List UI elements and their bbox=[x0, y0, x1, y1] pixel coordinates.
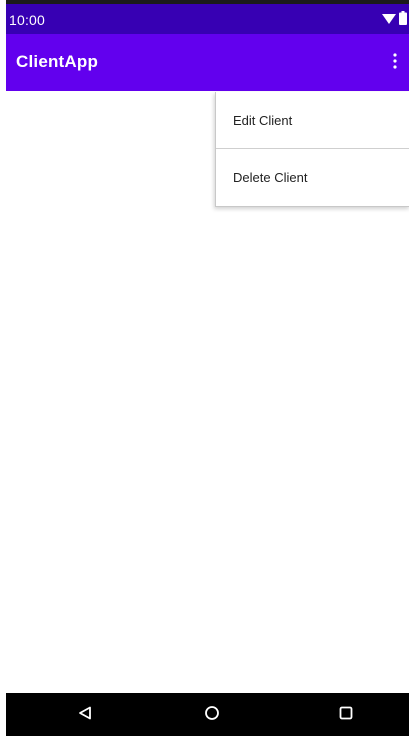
back-icon bbox=[78, 706, 92, 725]
more-vert-icon bbox=[393, 52, 397, 74]
status-icons bbox=[382, 11, 407, 30]
device-screen: 10:00 ClientApp Edit Client Delete Clien… bbox=[0, 0, 409, 736]
app-title: ClientApp bbox=[16, 52, 99, 71]
back-button[interactable] bbox=[73, 703, 97, 727]
screen-edge bbox=[0, 0, 6, 736]
status-time: 10:00 bbox=[9, 12, 46, 28]
wifi-icon bbox=[382, 12, 396, 30]
menu-item-label: Edit Client bbox=[233, 112, 293, 128]
menu-item-edit-client[interactable]: Edit Client bbox=[216, 92, 409, 149]
app-bar: ClientApp bbox=[6, 34, 409, 91]
battery-icon bbox=[399, 11, 407, 30]
menu-item-label: Delete Client bbox=[233, 169, 308, 185]
menu-item-delete-client[interactable]: Delete Client bbox=[216, 149, 409, 205]
recents-icon bbox=[339, 706, 353, 725]
overflow-popup-menu: Edit Client Delete Client bbox=[215, 92, 409, 207]
navigation-bar bbox=[6, 693, 409, 736]
overflow-menu-button[interactable] bbox=[387, 50, 403, 76]
home-icon bbox=[204, 705, 220, 726]
recents-button[interactable] bbox=[334, 703, 358, 727]
status-bar: 10:00 bbox=[6, 0, 409, 34]
home-button[interactable] bbox=[200, 703, 224, 727]
